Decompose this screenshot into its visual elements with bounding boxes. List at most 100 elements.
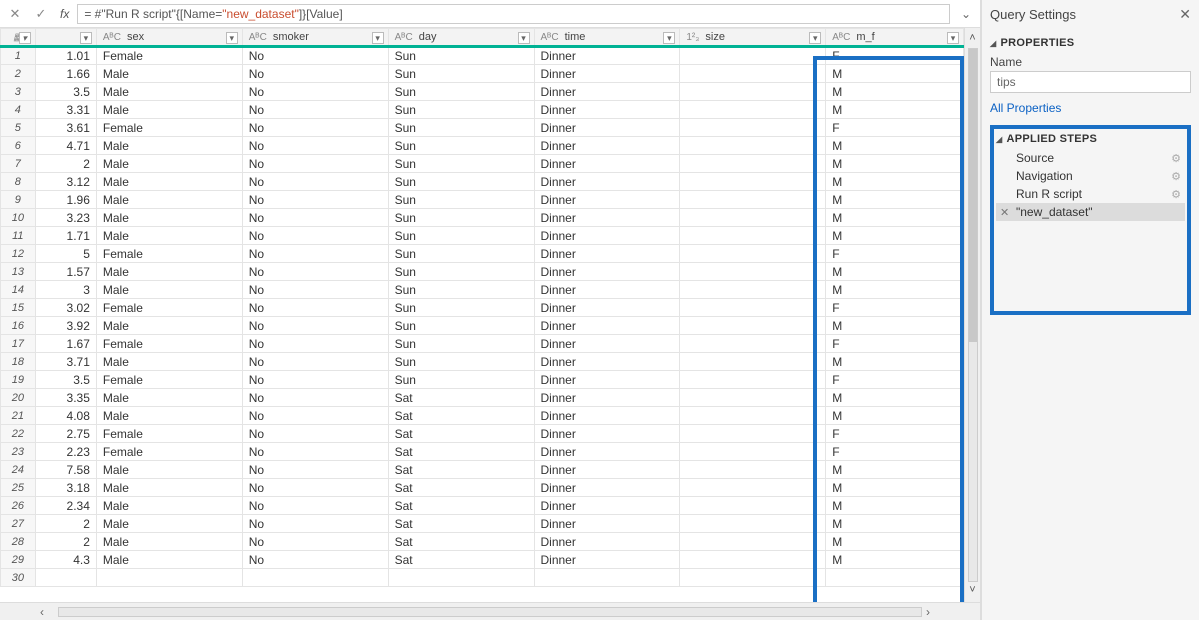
cell[interactable]: [680, 353, 826, 371]
horizontal-scrollbar[interactable]: ‹ ›: [0, 602, 980, 620]
cell[interactable]: [680, 173, 826, 191]
cell[interactable]: Male: [96, 83, 242, 101]
applied-step[interactable]: ✕"new_dataset": [996, 203, 1185, 221]
cell[interactable]: F: [826, 245, 964, 263]
table-row[interactable]: 143MaleNoSunDinnerM: [1, 281, 964, 299]
cell[interactable]: Sun: [388, 191, 534, 209]
cell[interactable]: Male: [96, 515, 242, 533]
cell[interactable]: Sat: [388, 407, 534, 425]
close-icon[interactable]: ✕: [1179, 6, 1191, 23]
cell[interactable]: No: [242, 443, 388, 461]
cell[interactable]: [680, 119, 826, 137]
cell[interactable]: Female: [96, 443, 242, 461]
cell[interactable]: F: [826, 47, 964, 65]
table-row[interactable]: 21.66MaleNoSunDinnerM: [1, 65, 964, 83]
cell[interactable]: Female: [96, 425, 242, 443]
column-header-time[interactable]: AᴮC time▾: [534, 29, 680, 47]
scroll-down-icon[interactable]: ˅: [969, 584, 975, 598]
cell[interactable]: M: [826, 83, 964, 101]
table-corner[interactable]: ▦▾: [1, 29, 36, 47]
cell[interactable]: No: [242, 497, 388, 515]
cell[interactable]: 3.92: [35, 317, 96, 335]
cell[interactable]: M: [826, 101, 964, 119]
cell[interactable]: 3.5: [35, 83, 96, 101]
cell[interactable]: M: [826, 317, 964, 335]
cell[interactable]: Male: [96, 281, 242, 299]
cell[interactable]: No: [242, 263, 388, 281]
cell[interactable]: [680, 461, 826, 479]
table-row[interactable]: 222.75FemaleNoSatDinnerF: [1, 425, 964, 443]
cell[interactable]: No: [242, 155, 388, 173]
cell[interactable]: Dinner: [534, 191, 680, 209]
cell[interactable]: 4.3: [35, 551, 96, 569]
cell[interactable]: F: [826, 299, 964, 317]
cell[interactable]: Dinner: [534, 281, 680, 299]
cell[interactable]: [680, 65, 826, 83]
column-header-size[interactable]: 1²₃ size▾: [680, 29, 826, 47]
cell[interactable]: M: [826, 155, 964, 173]
table-row[interactable]: 232.23FemaleNoSatDinnerF: [1, 443, 964, 461]
table-row[interactable]: 72MaleNoSunDinnerM: [1, 155, 964, 173]
cell[interactable]: No: [242, 533, 388, 551]
cell[interactable]: Dinner: [534, 497, 680, 515]
cell[interactable]: M: [826, 407, 964, 425]
cell[interactable]: 3: [35, 281, 96, 299]
scroll-left-icon[interactable]: ‹: [40, 605, 54, 619]
cell[interactable]: 4.71: [35, 137, 96, 155]
cell[interactable]: [680, 317, 826, 335]
column-header-m_f[interactable]: AᴮC m_f▾: [826, 29, 964, 47]
cell[interactable]: 1.66: [35, 65, 96, 83]
cell[interactable]: [680, 155, 826, 173]
cell[interactable]: Male: [96, 227, 242, 245]
cell[interactable]: Male: [96, 407, 242, 425]
cell[interactable]: Dinner: [534, 65, 680, 83]
cell[interactable]: Sat: [388, 389, 534, 407]
cell[interactable]: [680, 389, 826, 407]
cell[interactable]: Male: [96, 263, 242, 281]
table-row[interactable]: 103.23MaleNoSunDinnerM: [1, 209, 964, 227]
cell[interactable]: Sat: [388, 497, 534, 515]
table-row[interactable]: 253.18MaleNoSatDinnerM: [1, 479, 964, 497]
cell[interactable]: No: [242, 281, 388, 299]
cell[interactable]: No: [242, 65, 388, 83]
cell[interactable]: 3.35: [35, 389, 96, 407]
table-row[interactable]: 53.61FemaleNoSunDinnerF: [1, 119, 964, 137]
cell[interactable]: Sun: [388, 173, 534, 191]
cell[interactable]: Dinner: [534, 389, 680, 407]
table-row[interactable]: 64.71MaleNoSunDinnerM: [1, 137, 964, 155]
cell[interactable]: Male: [96, 101, 242, 119]
cell[interactable]: Sun: [388, 317, 534, 335]
cell[interactable]: [680, 227, 826, 245]
table-row[interactable]: 33.5MaleNoSunDinnerM: [1, 83, 964, 101]
cell[interactable]: No: [242, 191, 388, 209]
cell[interactable]: No: [242, 479, 388, 497]
cell[interactable]: M: [826, 515, 964, 533]
table-row[interactable]: 214.08MaleNoSatDinnerM: [1, 407, 964, 425]
cell[interactable]: F: [826, 443, 964, 461]
cell[interactable]: M: [826, 263, 964, 281]
cell[interactable]: Male: [96, 209, 242, 227]
cell[interactable]: 3.5: [35, 371, 96, 389]
cell[interactable]: [242, 569, 388, 587]
cell[interactable]: Male: [96, 65, 242, 83]
formula-input[interactable]: = #"Run R script"{[Name="new_dataset"]}[…: [77, 4, 950, 24]
cell[interactable]: Male: [96, 353, 242, 371]
cell[interactable]: 3.02: [35, 299, 96, 317]
cell[interactable]: M: [826, 533, 964, 551]
cell[interactable]: Sat: [388, 425, 534, 443]
cell[interactable]: 2: [35, 533, 96, 551]
column-header-first[interactable]: ▾: [35, 29, 96, 47]
cell[interactable]: [680, 47, 826, 65]
cell[interactable]: No: [242, 461, 388, 479]
gear-icon[interactable]: ⚙: [1171, 170, 1181, 183]
cell[interactable]: Dinner: [534, 551, 680, 569]
cell[interactable]: 4.08: [35, 407, 96, 425]
cell[interactable]: M: [826, 479, 964, 497]
gear-icon[interactable]: ⚙: [1171, 188, 1181, 201]
cell[interactable]: Male: [96, 497, 242, 515]
table-row[interactable]: 43.31MaleNoSunDinnerM: [1, 101, 964, 119]
cell[interactable]: Dinner: [534, 227, 680, 245]
table-row[interactable]: 203.35MaleNoSatDinnerM: [1, 389, 964, 407]
cell[interactable]: Male: [96, 533, 242, 551]
table-row[interactable]: 131.57MaleNoSunDinnerM: [1, 263, 964, 281]
